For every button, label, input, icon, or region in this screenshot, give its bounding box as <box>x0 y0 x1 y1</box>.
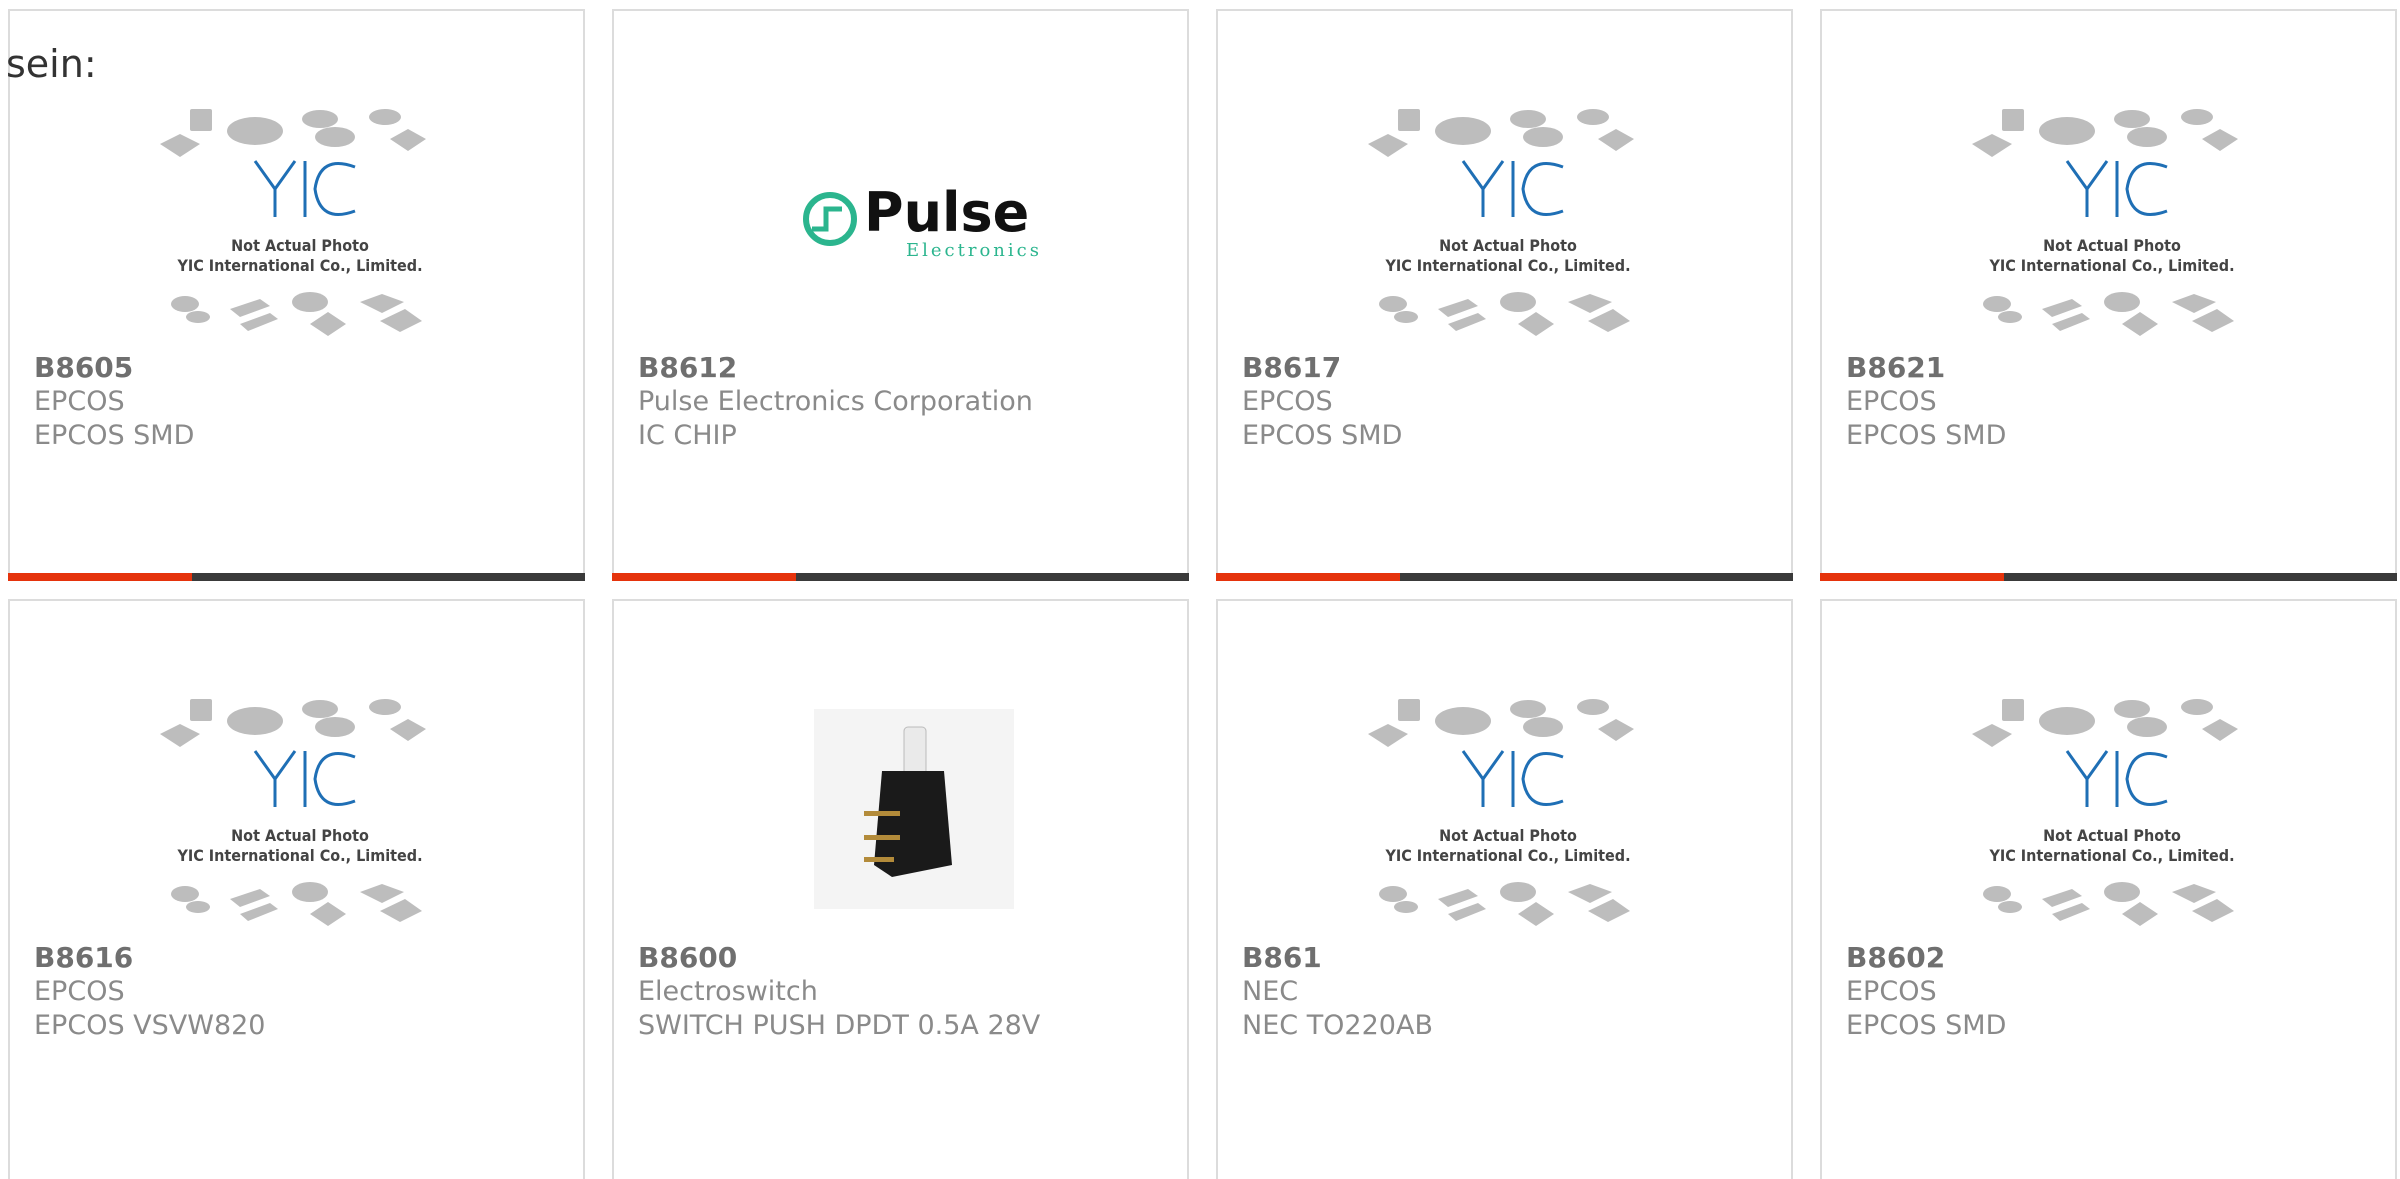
svg-text:YIC International Co., Limited: YIC International Co., Limited. <box>1988 256 2234 275</box>
description: EPCOS SMD <box>1242 420 1403 451</box>
product-image-placeholder[interactable]: Not Actual Photo YIC International Co., … <box>160 689 440 949</box>
part-number[interactable]: B8600 <box>638 941 1040 975</box>
card-accent-bar <box>612 573 1189 581</box>
description: EPCOS SMD <box>34 420 195 451</box>
svg-text:Not Actual Photo: Not Actual Photo <box>2043 826 2181 845</box>
product-image-placeholder[interactable]: Not Actual Photo YIC International Co., … <box>1972 99 2252 359</box>
manufacturer: EPCOS <box>1846 976 1937 1007</box>
description: NEC TO220AB <box>1242 1010 1433 1041</box>
product-info: B8612 Pulse Electronics Corporation IC C… <box>638 351 1033 453</box>
svg-text:Not Actual Photo: Not Actual Photo <box>1439 236 1577 255</box>
product-card[interactable]: Not Actual Photo YIC International Co., … <box>1820 599 2397 1179</box>
svg-text:Not Actual Photo: Not Actual Photo <box>231 826 369 845</box>
manufacturer: Pulse Electronics Corporation <box>638 386 1033 417</box>
part-number[interactable]: B8612 <box>638 351 1033 385</box>
product-card[interactable]: Not Actual Photo YIC International Co., … <box>8 9 585 581</box>
product-card[interactable]: Pulse Electronics B8612 Pulse Electronic… <box>612 9 1189 581</box>
svg-text:YIC International Co., Limited: YIC International Co., Limited. <box>1384 256 1630 275</box>
product-card[interactable]: Not Actual Photo YIC International Co., … <box>8 599 585 1179</box>
svg-text:Not Actual Photo: Not Actual Photo <box>2043 236 2181 255</box>
svg-text:Pulse: Pulse <box>864 181 1029 244</box>
card-accent-bar <box>1216 573 1793 581</box>
yic-placeholder-icon: Not Actual Photo YIC International Co., … <box>1368 109 1634 336</box>
svg-text:Not Actual Photo: Not Actual Photo <box>231 236 369 255</box>
product-info: B8600 Electroswitch SWITCH PUSH DPDT 0.5… <box>638 941 1040 1043</box>
product-info: B8602 EPCOS EPCOS SMD <box>1846 941 2006 1043</box>
product-card[interactable]: Not Actual Photo YIC International Co., … <box>1820 9 2397 581</box>
product-image[interactable] <box>764 689 1044 949</box>
svg-text:YIC International Co., Limited: YIC International Co., Limited. <box>176 256 422 275</box>
product-info: B8617 EPCOS EPCOS SMD <box>1242 351 1402 453</box>
product-image-placeholder[interactable]: Not Actual Photo YIC International Co., … <box>1972 689 2252 949</box>
product-card[interactable]: B8600 Electroswitch SWITCH PUSH DPDT 0.5… <box>612 599 1189 1179</box>
svg-text:YIC International Co., Limited: YIC International Co., Limited. <box>1988 846 2234 865</box>
product-info: B8616 EPCOS EPCOS VSVW820 <box>34 941 265 1043</box>
push-switch-image <box>814 709 1014 909</box>
intro-text: sein: <box>6 42 97 86</box>
part-number[interactable]: B8621 <box>1846 351 2006 385</box>
part-number[interactable]: B861 <box>1242 941 1433 975</box>
manufacturer: NEC <box>1242 976 1299 1007</box>
description: EPCOS SMD <box>1846 1010 2007 1041</box>
pulse-logo-icon: Pulse Electronics <box>803 181 1042 261</box>
product-image-logo[interactable]: Pulse Electronics <box>764 99 1044 359</box>
manufacturer: EPCOS <box>1846 386 1937 417</box>
product-info: B861 NEC NEC TO220AB <box>1242 941 1433 1043</box>
product-info: B8621 EPCOS EPCOS SMD <box>1846 351 2006 453</box>
svg-text:Not Actual Photo: Not Actual Photo <box>1439 826 1577 845</box>
part-number[interactable]: B8616 <box>34 941 265 975</box>
description: EPCOS VSVW820 <box>34 1010 266 1041</box>
description: EPCOS SMD <box>1846 420 2007 451</box>
card-accent-bar <box>1820 573 2397 581</box>
product-card[interactable]: Not Actual Photo YIC International Co., … <box>1216 599 1793 1179</box>
product-grid: Not Actual Photo YIC International Co., … <box>0 0 2400 1179</box>
yic-placeholder-icon: Not Actual Photo YIC International Co., … <box>1368 699 1634 926</box>
yic-placeholder-icon: Not Actual Photo YIC International Co., … <box>1972 699 2238 926</box>
yic-placeholder-icon: Not Actual Photo YIC International Co., … <box>160 109 426 336</box>
description: IC CHIP <box>638 420 737 451</box>
part-number[interactable]: B8605 <box>34 351 194 385</box>
manufacturer: Electroswitch <box>638 976 818 1007</box>
part-number[interactable]: B8602 <box>1846 941 2006 975</box>
manufacturer: EPCOS <box>34 386 125 417</box>
part-number[interactable]: B8617 <box>1242 351 1402 385</box>
svg-text:YIC International Co., Limited: YIC International Co., Limited. <box>176 846 422 865</box>
manufacturer: EPCOS <box>1242 386 1333 417</box>
manufacturer: EPCOS <box>34 976 125 1007</box>
svg-text:Electronics: Electronics <box>906 240 1042 261</box>
yic-placeholder-icon: Not Actual Photo YIC International Co., … <box>160 699 426 926</box>
svg-text:YIC International Co., Limited: YIC International Co., Limited. <box>1384 846 1630 865</box>
product-card[interactable]: Not Actual Photo YIC International Co., … <box>1216 9 1793 581</box>
product-image-placeholder[interactable]: Not Actual Photo YIC International Co., … <box>1368 689 1648 949</box>
description: SWITCH PUSH DPDT 0.5A 28V <box>638 1010 1041 1041</box>
product-image-placeholder[interactable]: Not Actual Photo YIC International Co., … <box>160 99 440 359</box>
product-image-placeholder[interactable]: Not Actual Photo YIC International Co., … <box>1368 99 1648 359</box>
product-info: B8605 EPCOS EPCOS SMD <box>34 351 194 453</box>
yic-placeholder-icon: Not Actual Photo YIC International Co., … <box>1972 109 2238 336</box>
card-accent-bar <box>8 573 585 581</box>
